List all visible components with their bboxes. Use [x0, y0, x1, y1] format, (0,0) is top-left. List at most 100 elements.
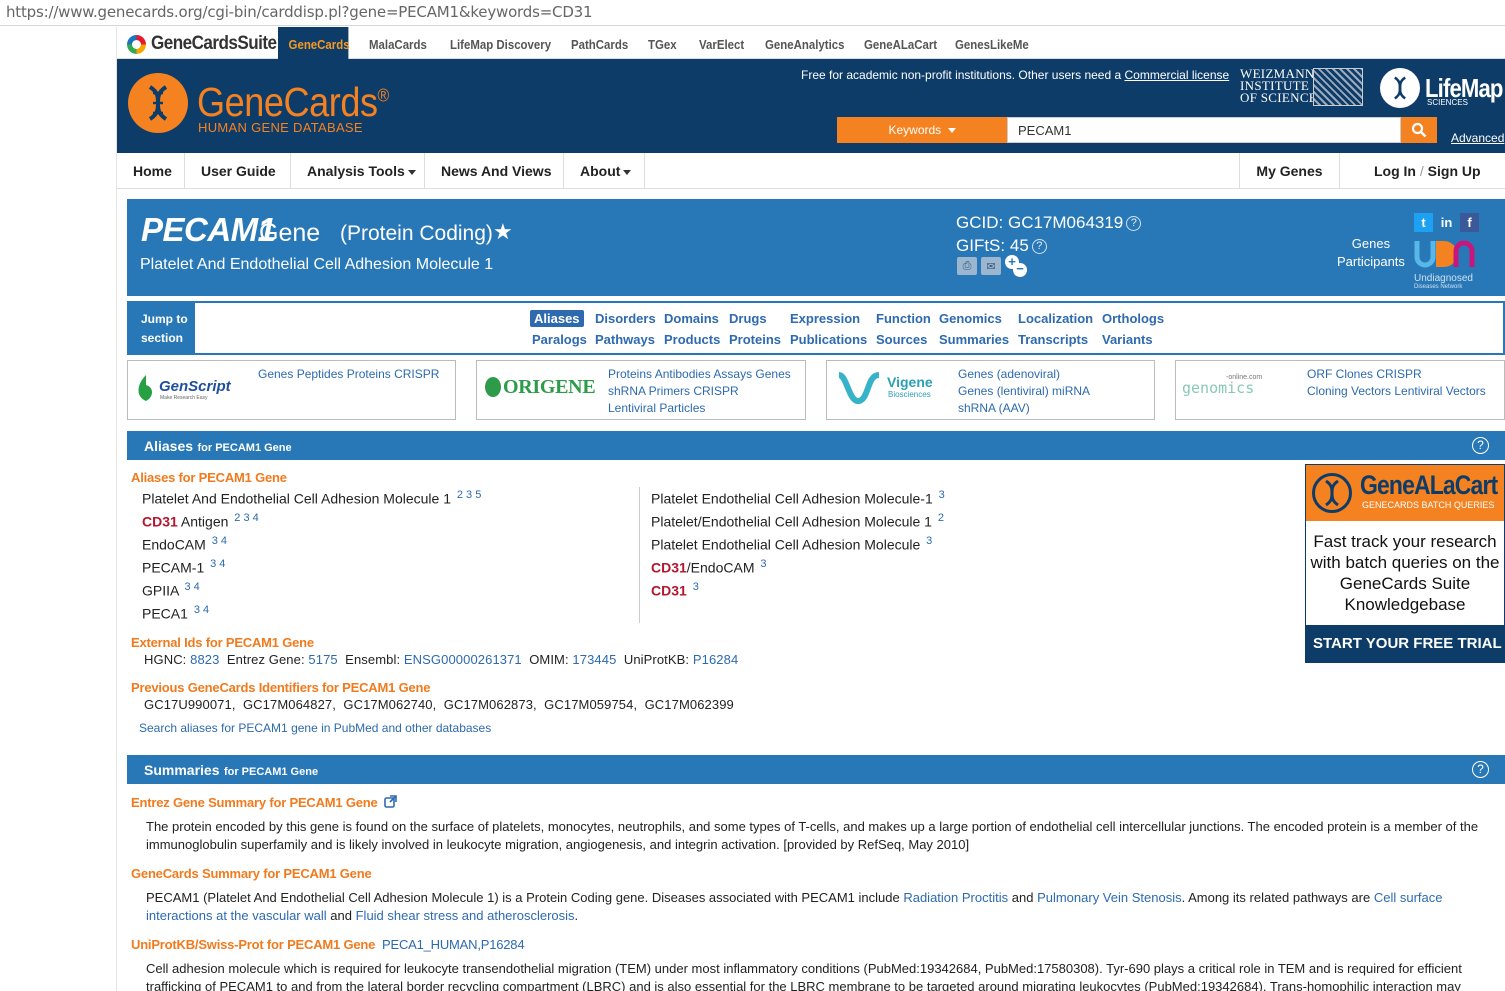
jump-publications[interactable]: Publications	[790, 332, 867, 347]
disease-link[interactable]: Radiation Proctitis	[903, 890, 1008, 905]
login-link[interactable]: Log In	[1374, 163, 1416, 179]
nav-about[interactable]: About	[564, 153, 645, 189]
jump-disorders[interactable]: Disorders	[595, 311, 656, 326]
help-icon[interactable]: ?	[1031, 239, 1047, 254]
suite-tab-pathcards[interactable]: PathCards	[571, 27, 628, 59]
genealacart-body: Fast track your research with batch quer…	[1310, 532, 1500, 614]
nav-news-and-views[interactable]: News And Views	[425, 153, 564, 189]
alias-source-refs[interactable]: 3 4	[184, 581, 199, 593]
alias-source-refs[interactable]: 3 4	[212, 535, 227, 547]
keywords-dropdown[interactable]: Keywords	[837, 117, 1007, 143]
jump-paralogs[interactable]: Paralogs	[532, 332, 587, 347]
alias-source-refs[interactable]: 2 3 4	[234, 512, 258, 524]
help-icon[interactable]: ?	[1126, 216, 1142, 231]
search-aliases-link[interactable]: Search aliases for PECAM1 gene in PubMed…	[139, 721, 491, 735]
udn-sublabel: Diseases Network	[1414, 284, 1463, 290]
external-link-icon[interactable]	[384, 795, 397, 808]
ad-lines[interactable]: Genes (adenoviral) Genes (lentiviral) mi…	[958, 366, 1090, 417]
jump-genomics[interactable]: Genomics	[939, 311, 1002, 326]
entrez-summary-subhead: Entrez Gene Summary for PECAM1 Gene	[131, 795, 397, 810]
jump-localization[interactable]: Localization	[1018, 311, 1093, 326]
uniprot-entry-link[interactable]: PECA1_HUMAN,P16284	[382, 937, 525, 952]
email-icon[interactable]: ✉	[981, 257, 1001, 275]
disease-link[interactable]: Pulmonary Vein Stenosis	[1037, 890, 1182, 905]
genecards-suite-logo[interactable]: GeneCardsSuite	[127, 33, 290, 55]
ad-origene[interactable]: ORIGENE Proteins Antibodies Assays Genes…	[476, 360, 806, 420]
suite-tab-genecards[interactable]: GeneCards	[278, 27, 350, 59]
udn-logo[interactable]: Undiagnosed Diseases Network	[1414, 239, 1476, 290]
suite-tab-tgex[interactable]: TGex	[648, 27, 677, 59]
commercial-license-link[interactable]: Commercial license	[1125, 68, 1230, 82]
entrez-link[interactable]: 5175	[308, 652, 337, 667]
search-button[interactable]	[1401, 117, 1437, 143]
nav-my-genes[interactable]: My Genes	[1239, 153, 1340, 189]
facebook-icon[interactable]: f	[1460, 213, 1479, 232]
alias-source-refs[interactable]: 2	[938, 512, 944, 524]
ad-lines[interactable]: ORF Clones CRISPR Cloning Vectors Lentiv…	[1307, 366, 1486, 400]
hgnc-link[interactable]: 8823	[190, 652, 219, 667]
alias-item: EndoCAM 3 4	[142, 535, 227, 553]
suite-tab-malacards[interactable]: MalaCards	[369, 27, 427, 59]
ensembl-link[interactable]: ENSG00000261371	[404, 652, 522, 667]
jump-expression[interactable]: Expression	[790, 311, 860, 326]
help-icon[interactable]: ?	[1472, 437, 1489, 454]
alias-source-refs[interactable]: 3 4	[194, 604, 209, 616]
nav-user-guide[interactable]: User Guide	[185, 153, 291, 189]
print-icon[interactable]: ⎙	[957, 257, 977, 275]
advanced-search-link[interactable]: Advanced	[1451, 131, 1504, 145]
jump-variants[interactable]: Variants	[1102, 332, 1153, 347]
jump-sources[interactable]: Sources	[876, 332, 927, 347]
pathway-link[interactable]: Fluid shear stress and atherosclerosis	[356, 908, 575, 923]
help-icon[interactable]: ?	[1472, 761, 1489, 778]
alias-source-refs[interactable]: 3	[693, 581, 699, 593]
omim-label: OMIM:	[529, 652, 569, 667]
suite-tab-genealacart[interactable]: GeneALaCart	[864, 27, 937, 59]
origene-brand: ORIGENE	[503, 376, 596, 398]
uniprot-link[interactable]: P16284	[693, 652, 738, 667]
external-ids-subhead: External Ids for PECAM1 Gene	[131, 635, 314, 650]
twitter-icon[interactable]: t	[1414, 213, 1433, 232]
signup-link[interactable]: Sign Up	[1428, 163, 1481, 179]
alias-source-refs[interactable]: 3	[926, 535, 932, 547]
linkedin-icon[interactable]: in	[1437, 213, 1456, 232]
genecards-logo-text[interactable]: GeneCards®	[197, 79, 389, 126]
weizmann-logo[interactable]: WEIZMANN INSTITUTE OF SCIENCE	[1240, 67, 1317, 104]
add-remove-icon[interactable]: + −	[1005, 255, 1027, 279]
jump-orthologs[interactable]: Orthologs	[1102, 311, 1164, 326]
genealacart-ad[interactable]: GeneALaCart GENECARDS BATCH QUERIES Fast…	[1305, 464, 1505, 663]
genecards-logo-icon[interactable]	[128, 73, 188, 133]
jump-aliases[interactable]: Aliases	[530, 310, 584, 327]
jump-proteins[interactable]: Proteins	[729, 332, 781, 347]
ad-vigene[interactable]: Vigene Biosciences Genes (adenoviral) Ge…	[826, 360, 1155, 420]
jump-pathways[interactable]: Pathways	[595, 332, 655, 347]
ad-genomics-online[interactable]: genomics -online.com ORF Clones CRISPR C…	[1175, 360, 1505, 420]
ad-lines[interactable]: Proteins Antibodies Assays Genes shRNA P…	[608, 366, 791, 417]
alias-source-refs[interactable]: 2 3 5	[457, 489, 481, 501]
entrez-label: Entrez Gene:	[226, 652, 305, 667]
alias-source-refs[interactable]: 3 4	[210, 558, 225, 570]
search-input[interactable]	[1007, 117, 1401, 143]
about-label: About	[580, 163, 621, 179]
jump-transcripts[interactable]: Transcripts	[1018, 332, 1088, 347]
jump-summaries[interactable]: Summaries	[939, 332, 1009, 347]
suite-tab-varelect[interactable]: VarElect	[699, 27, 744, 59]
alias-source-refs[interactable]: 3	[760, 558, 766, 570]
weizmann-emblem-icon	[1313, 68, 1363, 106]
suite-tab-geneanalytics[interactable]: GeneAnalytics	[765, 27, 844, 59]
star-icon[interactable]: ★	[493, 219, 513, 245]
jump-function[interactable]: Function	[876, 311, 931, 326]
nav-analysis-tools[interactable]: Analysis Tools	[291, 153, 425, 189]
suite-tab-geneslikeme[interactable]: GenesLikeMe	[955, 27, 1029, 59]
jump-drugs[interactable]: Drugs	[729, 311, 767, 326]
address-bar[interactable]: https://www.genecards.org/cgi-bin/carddi…	[0, 0, 1505, 26]
jump-products[interactable]: Products	[664, 332, 720, 347]
jump-domains[interactable]: Domains	[664, 311, 719, 326]
ad-line[interactable]: Genes Peptides Proteins CRISPR	[258, 366, 439, 383]
uniprot-summary-text: Cell adhesion molecule which is required…	[146, 961, 1462, 991]
ad-genscript[interactable]: GenScript Make Research Easy Genes Pepti…	[127, 360, 456, 420]
omim-link[interactable]: 173445	[572, 652, 616, 667]
alias-source-refs[interactable]: 3	[939, 489, 945, 501]
free-trial-button[interactable]: START YOUR FREE TRIAL >>	[1306, 625, 1505, 662]
suite-tab-lifemap-discovery[interactable]: LifeMap Discovery	[450, 27, 551, 59]
nav-home[interactable]: Home	[117, 153, 185, 189]
